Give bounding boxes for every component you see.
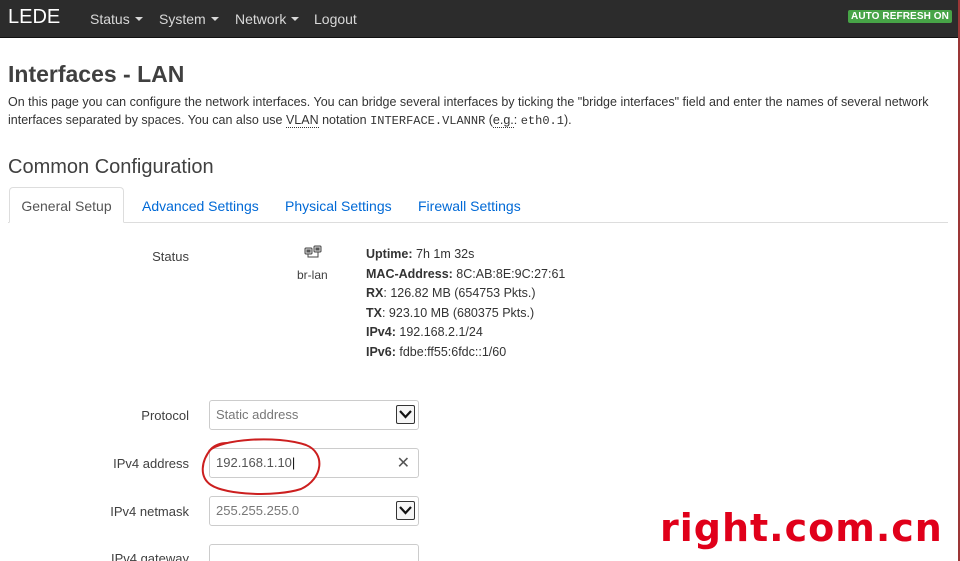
ipv4-label: IPv4: [366, 325, 396, 339]
description-text: ). [563, 113, 572, 127]
clear-icon[interactable]: ✕ [397, 453, 410, 473]
nav-logout-link[interactable]: Logout [314, 11, 357, 27]
uptime-label: Uptime: [366, 247, 413, 261]
ipv6-row: IPv6: fdbe:ff55:6fdc::1/60 [366, 343, 565, 363]
nav-logout-label: Logout [314, 11, 357, 27]
ipv6-label: IPv6: [366, 344, 396, 359]
ipv4-value: 192.168.2.1/24 [395, 325, 483, 339]
section-title: Common Configuration [8, 156, 214, 178]
ipv4-netmask-value: 255.255.255.0 [216, 503, 300, 518]
description-text: notation [318, 113, 371, 127]
chevron-down-icon [291, 17, 300, 21]
page-description: On this page you can configure the netwo… [8, 93, 948, 130]
red-annotation-circle [201, 438, 321, 495]
tx-value: : 923.10 MB (680375 Pkts.) [381, 305, 535, 320]
uptime-value: 7h 1m 32s [412, 247, 475, 261]
watermark-text: right.com.cn [660, 506, 943, 550]
tab-general-setup[interactable]: General Setup [9, 187, 124, 223]
ipv4-gateway-label: IPv4 gateway [110, 551, 189, 561]
tabs-divider [8, 222, 948, 223]
mac-label: MAC-Address: [366, 266, 453, 281]
ipv4-address-label: IPv4 address [113, 456, 189, 471]
protocol-label: Protocol [141, 408, 189, 423]
nav-system-menu[interactable]: System [159, 11, 219, 27]
rx-label: RX [366, 286, 384, 300]
bridge-network-icon [304, 245, 322, 258]
tab-advanced-settings[interactable]: Advanced Settings [142, 198, 259, 214]
ipv4-gateway-input[interactable] [209, 544, 419, 561]
nav-system-label: System [159, 11, 206, 27]
ipv4-row: IPv4: 192.168.2.1/24 [366, 323, 565, 343]
top-navbar: LEDE Status System Network Logout AUTO R… [0, 0, 960, 38]
chevron-down-icon [210, 17, 219, 21]
ipv4-netmask-label: IPv4 netmask [110, 504, 189, 519]
tx-label: TX [366, 305, 382, 320]
tx-row: TX: 923.10 MB (680375 Pkts.) [366, 304, 565, 324]
ipv4-netmask-select[interactable]: 255.255.255.0 [209, 496, 419, 526]
rx-value: : 126.82 MB (654753 Pkts.) [383, 286, 536, 300]
interface-status-details: Uptime: 7h 1m 32s MAC-Address: 8C:AB:8E:… [366, 245, 565, 362]
device-name: br-lan [297, 268, 328, 282]
chevron-down-icon[interactable] [396, 405, 415, 424]
uptime-row: Uptime: 7h 1m 32s [366, 245, 565, 265]
ipv6-value: fdbe:ff55:6fdc::1/60 [395, 344, 507, 359]
rx-row: RX: 126.82 MB (654753 Pkts.) [366, 284, 565, 304]
description-text: ( [485, 113, 493, 127]
protocol-select[interactable]: Static address [209, 400, 419, 430]
tab-physical-settings[interactable]: Physical Settings [285, 198, 392, 214]
auto-refresh-toggle[interactable]: AUTO REFRESH ON [848, 10, 952, 23]
chevron-down-icon [134, 17, 143, 21]
nav-network-label: Network [235, 11, 287, 27]
protocol-value: Static address [216, 407, 299, 422]
nav-status-label: Status [90, 11, 130, 27]
nav-network-menu[interactable]: Network [235, 11, 300, 27]
description-code-example: eth0.1 [520, 114, 564, 128]
description-code: INTERFACE.VLANNR [370, 114, 486, 128]
mac-row: MAC-Address: 8C:AB:8E:9C:27:61 [366, 265, 565, 285]
chevron-down-icon[interactable] [396, 501, 415, 520]
brand-logo[interactable]: LEDE [8, 6, 60, 29]
eg-abbreviation: e.g. [492, 113, 514, 128]
mac-value: 8C:AB:8E:9C:27:61 [452, 266, 566, 281]
vlan-abbreviation: VLAN [285, 113, 319, 128]
nav-status-menu[interactable]: Status [90, 11, 143, 27]
status-label: Status [152, 249, 189, 264]
page-title: Interfaces - LAN [8, 61, 185, 87]
tab-firewall-settings[interactable]: Firewall Settings [418, 198, 521, 214]
description-text: : [513, 113, 521, 127]
